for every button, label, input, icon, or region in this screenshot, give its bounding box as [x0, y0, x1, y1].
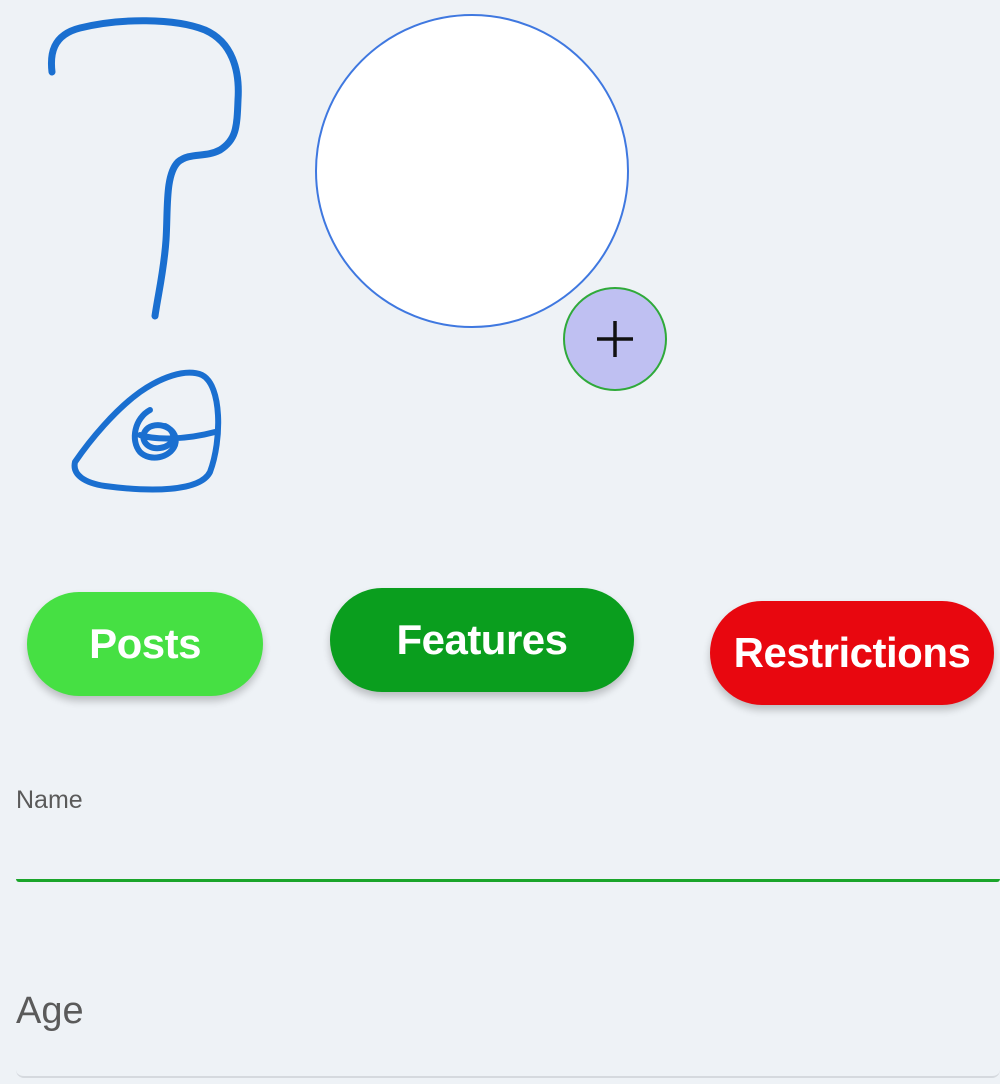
restrictions-button-label: Restrictions	[733, 629, 971, 676]
question-scribble-icon	[48, 17, 242, 493]
plus-icon	[597, 321, 633, 357]
age-input[interactable]	[16, 982, 1000, 1040]
age-field-underline	[16, 1070, 1000, 1078]
features-button[interactable]: Features	[330, 588, 634, 692]
name-field-label: Name	[16, 786, 83, 814]
age-field[interactable]: Age	[16, 960, 1000, 1078]
name-field[interactable]: Name	[16, 780, 1000, 886]
features-button-label: Features	[396, 616, 568, 663]
name-input[interactable]	[16, 820, 1000, 878]
restrictions-button[interactable]: Restrictions	[710, 601, 994, 705]
add-photo-button[interactable]	[563, 287, 667, 391]
avatar-circle[interactable]	[315, 14, 629, 328]
name-field-underline	[16, 879, 1000, 882]
posts-button[interactable]: Posts	[27, 592, 263, 696]
posts-button-label: Posts	[89, 620, 201, 667]
